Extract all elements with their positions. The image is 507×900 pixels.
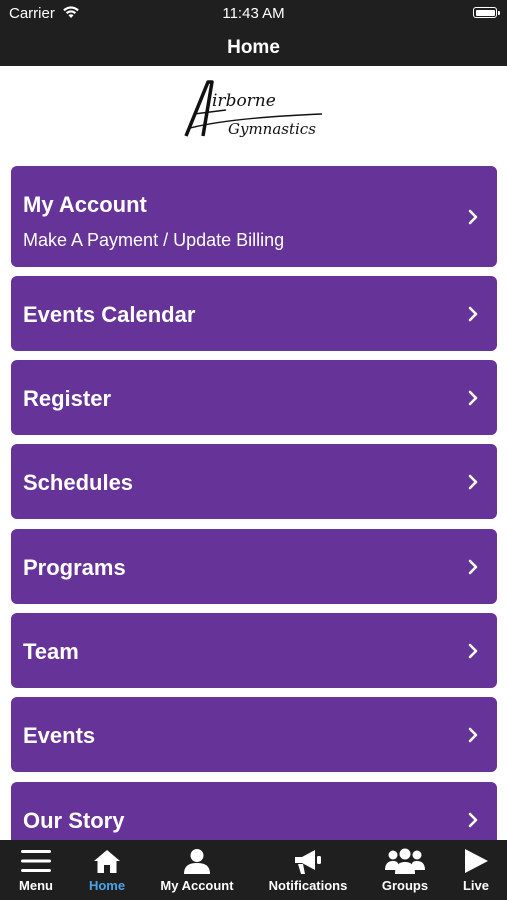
menu-item-subtitle: Make A Payment / Update Billing xyxy=(23,230,285,250)
status-time: 11:43 AM xyxy=(222,5,285,22)
menu-item-programs[interactable]: Programs xyxy=(11,529,497,604)
menu-item-label: My Account xyxy=(23,192,147,217)
tab-my-account[interactable]: My Account xyxy=(152,840,242,900)
tab-home[interactable]: Home xyxy=(72,840,142,900)
svg-text:Gymnastics: Gymnastics xyxy=(228,120,316,138)
megaphone-icon xyxy=(295,850,321,874)
menu-item-team[interactable]: Team xyxy=(11,613,497,688)
svg-text:irborne: irborne xyxy=(212,91,276,111)
chevron-right-icon xyxy=(468,390,478,406)
nav-bar: Home xyxy=(0,28,507,66)
tab-notifications[interactable]: Notifications xyxy=(262,840,354,900)
person-icon xyxy=(184,849,210,874)
chevron-right-icon xyxy=(468,727,478,743)
group-icon xyxy=(385,848,425,874)
tab-label: My Account xyxy=(160,878,234,893)
tab-label: Live xyxy=(462,878,489,893)
airborne-gymnastics-logo: irborne Gymnastics xyxy=(184,80,323,138)
tab-groups[interactable]: Groups xyxy=(370,840,440,900)
menu-item-label: Register xyxy=(23,386,112,411)
chevron-right-icon xyxy=(468,474,478,490)
tab-bar: Menu Home My Account Notifications Group… xyxy=(0,840,507,900)
menu-item-events-calendar[interactable]: Events Calendar xyxy=(11,276,497,351)
hamburger-icon xyxy=(21,850,51,872)
play-icon xyxy=(465,849,488,873)
chevron-right-icon xyxy=(468,812,478,828)
menu-item-label: Our Story xyxy=(23,808,125,833)
menu-item-my-account[interactable]: My Account Make A Payment / Update Billi… xyxy=(11,166,497,267)
menu-item-label: Schedules xyxy=(23,470,134,495)
chevron-right-icon xyxy=(468,559,478,575)
tab-menu[interactable]: Menu xyxy=(0,840,72,900)
tab-label: Menu xyxy=(19,878,53,893)
page-title: Home xyxy=(227,37,280,58)
menu-item-label: Programs xyxy=(23,555,126,580)
menu-item-events[interactable]: Events xyxy=(11,697,497,772)
tab-live[interactable]: Live xyxy=(450,840,502,900)
menu-item-label: Events xyxy=(23,723,96,748)
menu-list: My Account Make A Payment / Update Billi… xyxy=(0,166,507,840)
chevron-right-icon xyxy=(468,643,478,659)
tab-label: Home xyxy=(88,878,126,893)
menu-item-label: Events Calendar xyxy=(23,302,196,327)
home-icon xyxy=(94,850,120,873)
menu-item-register[interactable]: Register xyxy=(11,360,497,435)
tab-label: Notifications xyxy=(268,878,348,893)
menu-item-our-story[interactable]: Our Story xyxy=(11,782,497,840)
menu-item-schedules[interactable]: Schedules xyxy=(11,444,497,519)
chevron-right-icon xyxy=(468,209,478,225)
tab-label: Groups xyxy=(381,878,429,893)
menu-item-label: Team xyxy=(23,639,79,664)
status-bar: Carrier 11:43 AM xyxy=(0,0,507,28)
battery-icon xyxy=(473,7,500,18)
chevron-right-icon xyxy=(468,306,478,322)
